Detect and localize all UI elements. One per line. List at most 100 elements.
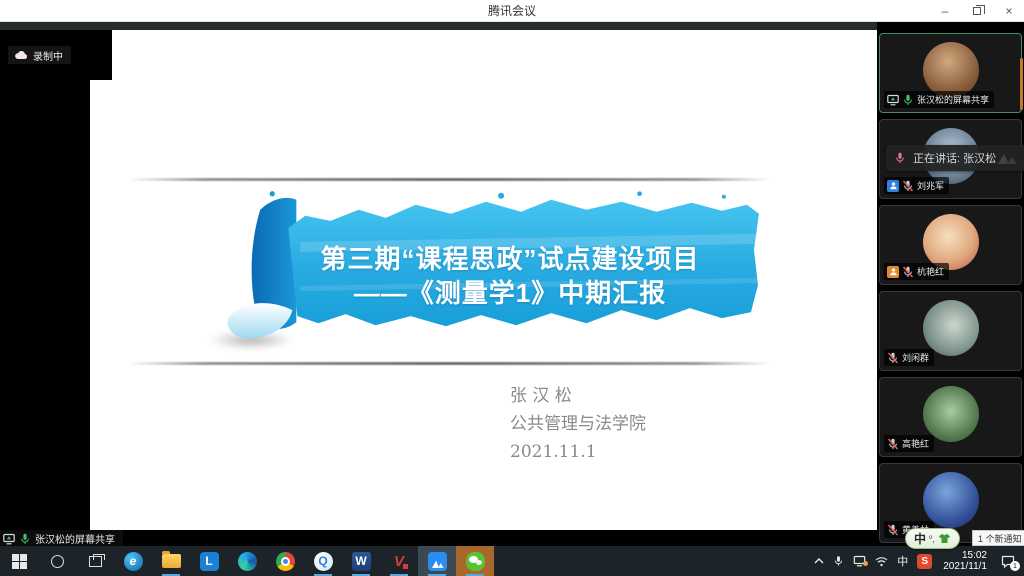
file-explorer-icon	[162, 554, 181, 568]
close-button[interactable]: ×	[1000, 2, 1018, 20]
tray-expand-chevron[interactable]	[814, 558, 824, 564]
taskbar-wps[interactable]: V	[380, 546, 418, 576]
cortana-icon	[51, 555, 64, 568]
notification-popup[interactable]: 1 个新通知	[972, 530, 1024, 546]
ime-status-bubble[interactable]: 中 º,	[905, 528, 960, 549]
participant-tile[interactable]: 高艳红	[879, 377, 1022, 457]
taskbar-l-app[interactable]: L	[190, 546, 228, 576]
screen-share-icon	[3, 533, 15, 545]
start-button[interactable]	[0, 546, 38, 576]
taskbar-tencent-meeting[interactable]	[418, 546, 456, 576]
minimize-button[interactable]: –	[936, 2, 954, 20]
taskbar-wechat[interactable]	[456, 546, 494, 576]
presenter-block: 张 汉 松 公共管理与法学院 2021.11.1	[510, 382, 646, 466]
restore-button[interactable]	[968, 2, 986, 20]
display-alert-dot	[863, 561, 868, 566]
screen-share-status-bar[interactable]: 张汉松的屏幕共享	[0, 530, 123, 547]
slide-title-line1: 第三期“课程思政”试点建设项目	[258, 242, 762, 276]
participant-name: 杭艳红	[917, 265, 944, 278]
window-titlebar[interactable]: 腾讯会议 – ×	[0, 0, 1024, 22]
taskbar-word[interactable]: W	[342, 546, 380, 576]
sogou-input-icon[interactable]: S	[917, 554, 932, 569]
participants-sidebar: 张汉松的屏幕共享 刘兆军 杭艳红	[877, 22, 1024, 546]
ime-punctuation-text: º,	[929, 534, 935, 544]
word-icon: W	[352, 552, 371, 571]
speaking-mic-icon	[894, 152, 906, 164]
l-app-icon: L	[200, 552, 219, 571]
avatar	[923, 214, 979, 270]
task-view-button[interactable]	[76, 546, 114, 576]
red-v-app-icon: V	[394, 553, 404, 570]
host-badge-icon	[887, 180, 899, 192]
participant-label: 杭艳红	[884, 263, 949, 280]
edge-chromium-icon	[238, 552, 257, 571]
screen-share-icon	[887, 94, 899, 106]
cortana-button[interactable]	[38, 546, 76, 576]
taskbar-quark[interactable]: Q	[304, 546, 342, 576]
shared-slide: 第三期“课程思政”试点建设项目 ——《测量学1》中期汇报 张 汉 松 公共管理与…	[90, 30, 877, 530]
ime-mode-text: 中	[914, 530, 926, 547]
windows-logo-icon	[12, 554, 27, 569]
mic-muted-icon	[887, 524, 899, 536]
cloud-record-icon	[14, 50, 28, 60]
tray-ime-indicator[interactable]: 中	[897, 553, 908, 569]
action-center-badge: 1	[1010, 561, 1020, 571]
person-icon	[889, 181, 898, 190]
tencent-meeting-window: 腾讯会议 – ×	[0, 0, 1024, 576]
avatar	[923, 42, 979, 98]
participant-label: 刘兆军	[884, 177, 949, 194]
taskbar-chrome[interactable]	[266, 546, 304, 576]
tray-date: 2021/11/1	[943, 561, 987, 572]
action-center-button[interactable]: 1	[998, 551, 1018, 571]
presenter-date: 2021.11.1	[510, 438, 646, 466]
taskbar-file-explorer[interactable]	[152, 546, 190, 576]
chrome-icon	[276, 552, 295, 571]
notification-text: 1 个新通知	[978, 532, 1022, 545]
slide-divider-top	[128, 178, 770, 181]
tray-wifi-icon[interactable]	[875, 556, 888, 567]
participant-tile[interactable]: 刘闲群	[879, 291, 1022, 371]
tencent-meeting-icon	[428, 552, 447, 571]
participant-name: 刘闲群	[902, 351, 929, 364]
mic-muted-icon	[902, 180, 914, 192]
participant-tile[interactable]: 杭艳红	[879, 205, 1022, 285]
windows-taskbar: e L Q W V	[0, 546, 1024, 576]
participant-name: 刘兆军	[917, 179, 944, 192]
meeting-logo-watermark	[996, 150, 1022, 166]
restore-icon	[973, 7, 981, 15]
taskbar-edge-chromium[interactable]	[228, 546, 266, 576]
window-title: 腾讯会议	[488, 2, 536, 19]
tray-display-icon[interactable]	[853, 555, 866, 567]
system-tray: 中 S 15:02 2021/11/1 1	[814, 546, 1024, 576]
tray-time: 15:02	[943, 550, 987, 561]
mic-on-icon	[19, 533, 31, 545]
cohost-badge-icon	[887, 266, 899, 278]
participant-name: 张汉松的屏幕共享	[917, 93, 989, 106]
share-bar-label: 张汉松的屏幕共享	[35, 531, 115, 546]
tray-mic-icon[interactable]	[833, 555, 844, 567]
avatar	[923, 386, 979, 442]
tray-clock[interactable]: 15:02 2021/11/1	[941, 550, 989, 572]
edge-legacy-icon: e	[124, 552, 143, 571]
sidebar-scrollbar[interactable]	[1020, 58, 1023, 110]
speaking-toast-text: 正在讲话: 张汉松	[913, 150, 996, 166]
presenter-name: 张 汉 松	[510, 382, 646, 410]
participant-tile-share[interactable]: 张汉松的屏幕共享	[879, 33, 1022, 113]
sogou-skin-shirt-icon	[938, 533, 951, 544]
mic-muted-icon	[887, 352, 899, 364]
participant-label: 高艳红	[884, 435, 934, 452]
recording-indicator[interactable]: 录制中	[8, 46, 71, 64]
task-view-icon	[89, 556, 102, 567]
avatar	[923, 300, 979, 356]
presenter-department: 公共管理与法学院	[510, 410, 646, 438]
participant-label: 张汉松的屏幕共享	[884, 91, 994, 108]
mic-muted-icon	[887, 438, 899, 450]
speaking-toast: 正在讲话: 张汉松	[886, 145, 1024, 171]
wechat-icon	[466, 552, 485, 571]
window-controls: – ×	[936, 0, 1018, 22]
slide-divider-bottom	[128, 362, 770, 365]
participant-label: 刘闲群	[884, 349, 934, 366]
taskbar-edge-legacy[interactable]: e	[114, 546, 152, 576]
quark-browser-icon: Q	[314, 552, 333, 571]
mountains-icon	[429, 555, 445, 571]
